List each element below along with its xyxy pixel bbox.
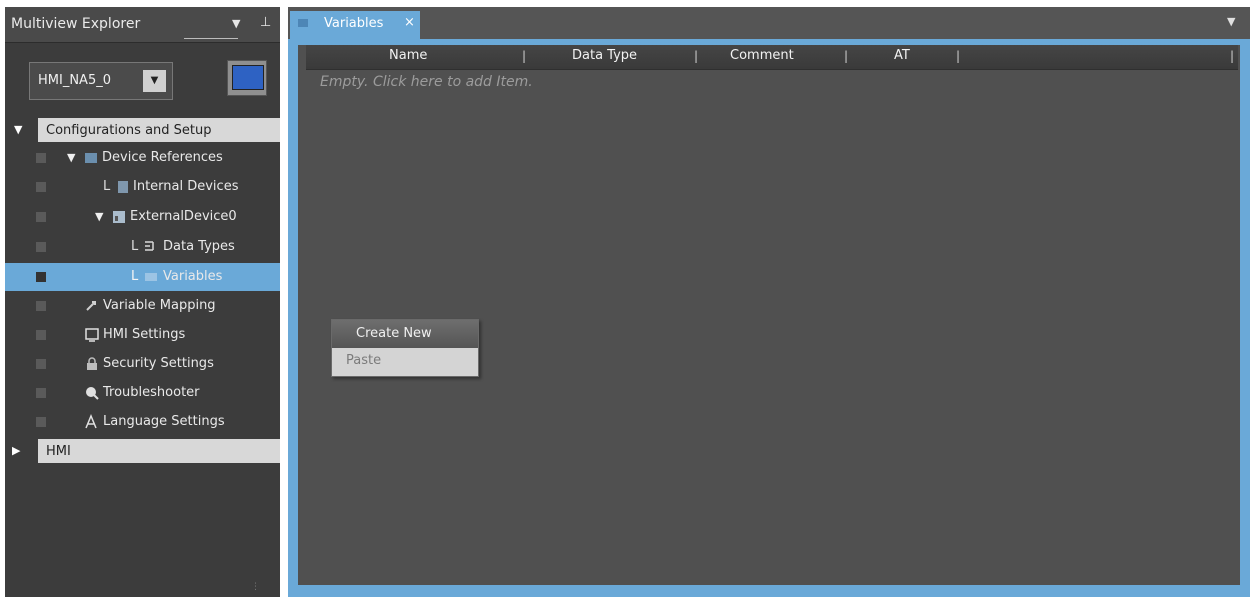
external-device-icon <box>113 211 125 223</box>
tree-item-hmi-settings[interactable]: HMI Settings <box>5 321 280 349</box>
variables-icon <box>145 273 157 281</box>
tree-item-label: Language Settings <box>103 414 225 429</box>
grid-header: Name | Data Type | Comment | AT | | <box>306 45 1238 70</box>
column-separator: | <box>844 49 849 63</box>
variables-grid[interactable]: Name | Data Type | Comment | AT | | Empt… <box>298 45 1240 585</box>
data-types-icon <box>145 241 154 251</box>
dropdown-arrow-icon[interactable]: ▼ <box>143 70 166 92</box>
menu-item-paste[interactable]: Paste <box>332 348 478 376</box>
tree-item-label: Variable Mapping <box>103 298 216 313</box>
device-references-icon <box>85 153 97 163</box>
context-menu: Create New Paste <box>331 319 479 377</box>
tree-item-label: Internal Devices <box>133 179 239 194</box>
tree-group-configurations[interactable]: ▼ Configurations and Setup <box>5 116 280 144</box>
tree-item-external-device[interactable]: ▼ ExternalDevice0 <box>5 203 280 231</box>
expand-triangle-icon[interactable]: ▼ <box>67 151 75 164</box>
explorer-title: Multiview Explorer <box>11 16 141 32</box>
tree-connector: L <box>131 239 139 254</box>
tree-connector: L <box>131 269 139 284</box>
editor-frame: Name | Data Type | Comment | AT | | Empt… <box>288 39 1250 597</box>
menu-item-label: Create New <box>356 326 432 341</box>
tree-item-label: ExternalDevice0 <box>130 209 237 224</box>
tree-connector: L <box>103 179 111 194</box>
tab-variables[interactable]: Variables × <box>290 11 420 39</box>
column-separator: | <box>1230 49 1235 63</box>
multiview-explorer-panel: Multiview Explorer ▼ ⊥ HMI_NA5_0 ▼ ▼ Con… <box>5 7 280 597</box>
column-header-name[interactable]: Name <box>389 48 427 63</box>
column-separator: | <box>956 49 961 63</box>
tree-item-security-settings[interactable]: Security Settings <box>5 350 280 378</box>
panel-menu-chevron-icon[interactable]: ▼ <box>232 17 240 30</box>
lock-icon <box>87 357 97 370</box>
panel-resize-grip[interactable]: ⋮ <box>251 582 260 592</box>
expand-triangle-icon[interactable]: ▼ <box>14 123 22 136</box>
explorer-header: Multiview Explorer ▼ ⊥ <box>5 7 280 43</box>
internal-devices-icon <box>118 181 128 193</box>
tree-item-label: Variables <box>163 269 223 284</box>
tree-item-troubleshooter[interactable]: Troubleshooter <box>5 379 280 407</box>
pin-icon[interactable]: ⊥ <box>260 15 271 30</box>
tree-item-data-types[interactable]: L Data Types <box>5 233 280 261</box>
variable-mapping-icon <box>86 301 96 311</box>
tree-item-label: Device References <box>102 150 223 165</box>
title-underline <box>184 38 238 39</box>
column-header-comment[interactable]: Comment <box>730 48 794 63</box>
tree-item-label: Security Settings <box>103 356 214 371</box>
tree-item-label: Troubleshooter <box>103 385 200 400</box>
tree-item-label: Data Types <box>163 239 235 254</box>
column-header-data-type[interactable]: Data Type <box>572 48 637 63</box>
hmi-settings-icon <box>85 328 99 342</box>
column-header-at[interactable]: AT <box>894 48 910 63</box>
device-monitor-icon[interactable] <box>227 60 267 96</box>
device-select-dropdown[interactable]: HMI_NA5_0 ▼ <box>29 62 173 100</box>
search-icon <box>86 387 99 400</box>
tree-group-hmi[interactable]: ▶ HMI <box>5 437 280 465</box>
tab-label: Variables <box>324 16 384 31</box>
tree-item-variable-mapping[interactable]: Variable Mapping <box>5 292 280 320</box>
tree-item-device-references[interactable]: ▼ Device References <box>5 144 280 172</box>
tree-group-label: Configurations and Setup <box>46 123 212 138</box>
menu-item-create-new[interactable]: Create New <box>332 320 478 348</box>
column-separator: | <box>522 49 527 63</box>
tree-item-language-settings[interactable]: Language Settings <box>5 408 280 436</box>
tree-group-label: HMI <box>46 444 71 459</box>
language-icon <box>85 414 97 429</box>
tab-overflow-chevron-icon[interactable]: ▼ <box>1227 15 1235 28</box>
collapsed-triangle-icon[interactable]: ▶ <box>12 444 20 457</box>
column-separator: | <box>694 49 699 63</box>
device-select-value: HMI_NA5_0 <box>38 73 111 88</box>
variables-tab-icon <box>298 19 308 27</box>
tree-item-label: HMI Settings <box>103 327 186 342</box>
editor-area: Variables × ▼ Name | Data Type | Comment… <box>288 7 1250 597</box>
menu-item-label: Paste <box>346 353 382 368</box>
expand-triangle-icon[interactable]: ▼ <box>95 210 103 223</box>
tree-item-variables[interactable]: L Variables <box>5 263 280 291</box>
tree-item-internal-devices[interactable]: L Internal Devices <box>5 173 280 201</box>
empty-grid-message[interactable]: Empty. Click here to add Item. <box>320 74 533 90</box>
close-icon[interactable]: × <box>404 15 415 30</box>
